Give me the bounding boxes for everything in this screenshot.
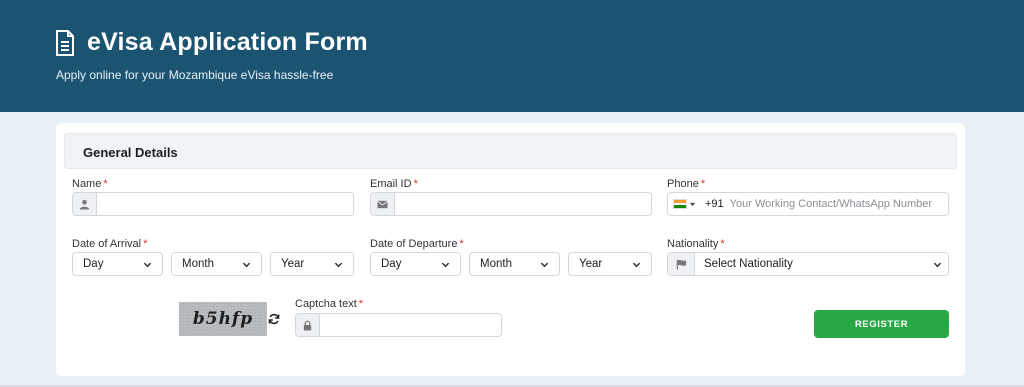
envelope-icon: [377, 200, 388, 208]
required-mark: *: [413, 178, 418, 190]
departure-year-select[interactable]: Year: [568, 252, 652, 276]
name-label: Name *: [72, 178, 108, 190]
name-field: [72, 192, 354, 216]
nationality-select[interactable]: Select Nationality: [695, 253, 948, 275]
register-button[interactable]: REGISTER: [814, 310, 949, 338]
page-header: eVisa Application Form Apply online for …: [0, 0, 1024, 112]
name-addon: [73, 193, 97, 215]
arrival-month-value: Month: [182, 258, 214, 270]
required-mark: *: [103, 178, 108, 190]
nationality-label-text: Nationality: [667, 238, 719, 250]
arrival-day-value: Day: [83, 258, 104, 270]
page-subtitle: Apply online for your Mozambique eVisa h…: [56, 68, 334, 82]
arrival-day-select[interactable]: Day: [72, 252, 163, 276]
document-icon: [56, 29, 74, 56]
email-addon: [371, 193, 395, 215]
form-card: General Details Name * Email ID * Phone *: [56, 123, 965, 376]
departure-label: Date of Departure *: [370, 238, 464, 250]
required-mark: *: [720, 238, 725, 250]
departure-month-select[interactable]: Month: [469, 252, 560, 276]
chevron-down-icon: [933, 262, 942, 267]
phone-input[interactable]: [727, 193, 948, 215]
country-code: +91: [705, 198, 724, 210]
refresh-icon[interactable]: [268, 313, 280, 325]
lock-icon: [303, 320, 312, 331]
name-input[interactable]: [97, 193, 353, 215]
departure-year-value: Year: [579, 258, 603, 270]
nationality-label: Nationality *: [667, 238, 725, 250]
required-mark: *: [358, 298, 364, 310]
section-title: General Details: [83, 145, 178, 160]
departure-month-value: Month: [480, 258, 512, 270]
arrival-year-value: Year: [281, 258, 305, 270]
email-label-text: Email ID: [370, 178, 412, 190]
nationality-field: Select Nationality: [667, 252, 949, 276]
chevron-down-icon: [334, 262, 343, 267]
departure-day-value: Day: [381, 258, 402, 270]
departure-day-select[interactable]: Day: [370, 252, 461, 276]
arrival-month-select[interactable]: Month: [171, 252, 262, 276]
departure-label-text: Date of Departure: [370, 238, 458, 250]
phone-field: +91: [667, 192, 949, 216]
nationality-value: Select Nationality: [704, 258, 793, 270]
user-icon: [79, 199, 90, 210]
required-mark: *: [700, 178, 706, 190]
country-selector[interactable]: [668, 193, 699, 215]
arrival-label-text: Date of Arrival: [72, 238, 142, 250]
required-mark: *: [143, 238, 148, 250]
captcha-image-text: b5hfp: [192, 309, 254, 329]
arrival-year-select[interactable]: Year: [270, 252, 354, 276]
email-field: [370, 192, 652, 216]
title-row: eVisa Application Form: [55, 28, 368, 57]
email-input[interactable]: [395, 193, 651, 215]
phone-label: Phone *: [667, 178, 705, 190]
flag-icon: [676, 259, 686, 270]
nationality-addon: [668, 253, 695, 275]
captcha-label-text: Captcha text: [295, 298, 357, 310]
email-label: Email ID *: [370, 178, 418, 190]
section-header: General Details: [64, 133, 957, 169]
chevron-down-icon: [143, 262, 152, 267]
chevron-down-icon: [632, 262, 641, 267]
chevron-down-icon: [242, 262, 251, 267]
arrival-label: Date of Arrival *: [72, 238, 147, 250]
phone-label-text: Phone: [667, 178, 699, 190]
captcha-input[interactable]: [320, 314, 501, 336]
caret-down-icon: [690, 202, 695, 206]
page-title: eVisa Application Form: [87, 28, 368, 56]
name-label-text: Name: [72, 178, 102, 190]
required-mark: *: [459, 238, 464, 250]
captcha-label: Captcha text *: [295, 298, 363, 310]
india-flag-icon: [673, 199, 687, 209]
captcha-field: [295, 313, 502, 337]
chevron-down-icon: [441, 262, 450, 267]
captcha-addon: [296, 314, 320, 336]
captcha-image: b5hfp: [179, 302, 267, 336]
chevron-down-icon: [540, 262, 549, 267]
